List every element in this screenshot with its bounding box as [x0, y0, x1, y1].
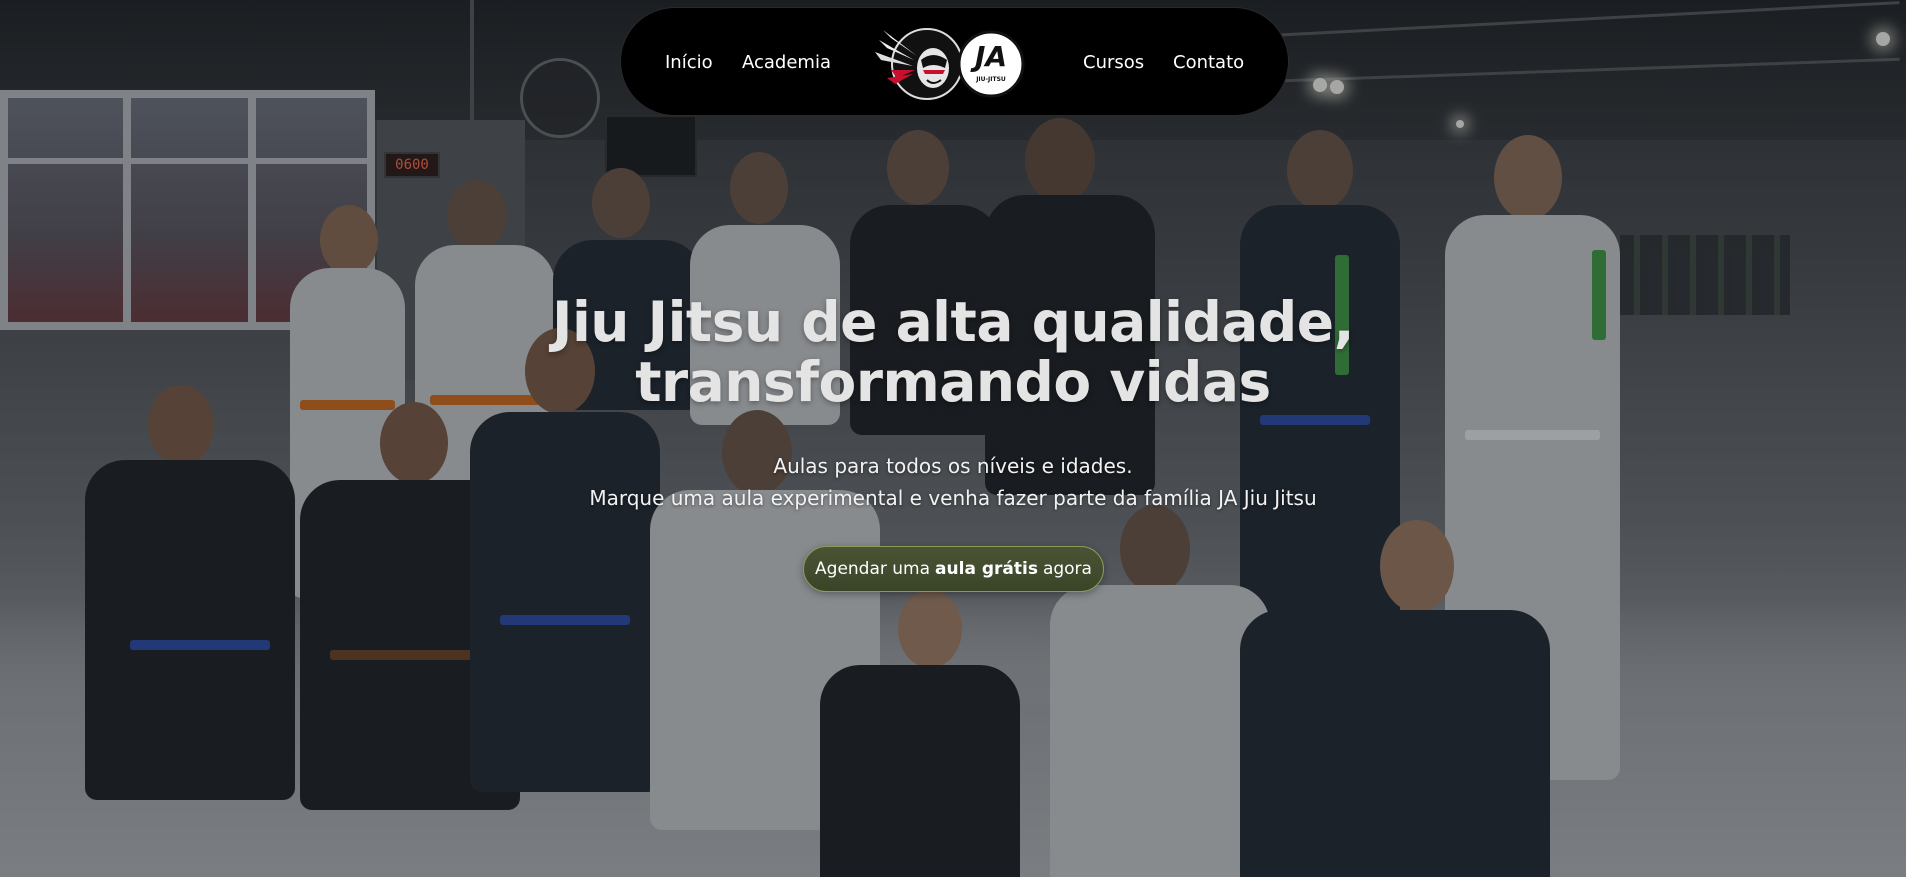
- hero-title-line-2: transformando vidas: [635, 350, 1271, 414]
- ja-jiu-jitsu-logo[interactable]: JA JIU-JITSU: [869, 20, 1039, 108]
- nav-link-cursos[interactable]: Cursos: [1083, 8, 1144, 117]
- nav-link-inicio[interactable]: Início: [665, 8, 713, 117]
- hero-background-photo: 0600: [0, 0, 1906, 877]
- hero-subtitle-line-2: Marque uma aula experimental e venha faz…: [589, 486, 1317, 510]
- nav-link-contato[interactable]: Contato: [1173, 8, 1244, 117]
- cta-text-post: agora: [1042, 559, 1092, 579]
- hero-subtitle: Aulas para todos os níveis e idades. Mar…: [453, 450, 1453, 514]
- logo-mark-icon: [875, 28, 1025, 100]
- nav-link-academia[interactable]: Academia: [742, 8, 831, 117]
- hero-title: Jiu Jitsu de alta qualidade, transforman…: [453, 292, 1453, 412]
- book-free-class-button[interactable]: Agendar uma aula grátis agora: [803, 546, 1104, 592]
- cta-text-bold: aula grátis: [935, 559, 1038, 579]
- cta-text-pre: Agendar uma: [815, 559, 931, 579]
- hero-subtitle-line-1: Aulas para todos os níveis e idades.: [773, 454, 1133, 478]
- logo-jiu-jitsu-text: JIU-JITSU: [976, 76, 1006, 83]
- dark-overlay: [0, 0, 1906, 877]
- logo-ja-text: JA: [974, 40, 1008, 73]
- main-nav: Início Academia JA JIU-JITSU Cursos Cont…: [620, 7, 1289, 116]
- hero-title-line-1: Jiu Jitsu de alta qualidade,: [551, 290, 1355, 354]
